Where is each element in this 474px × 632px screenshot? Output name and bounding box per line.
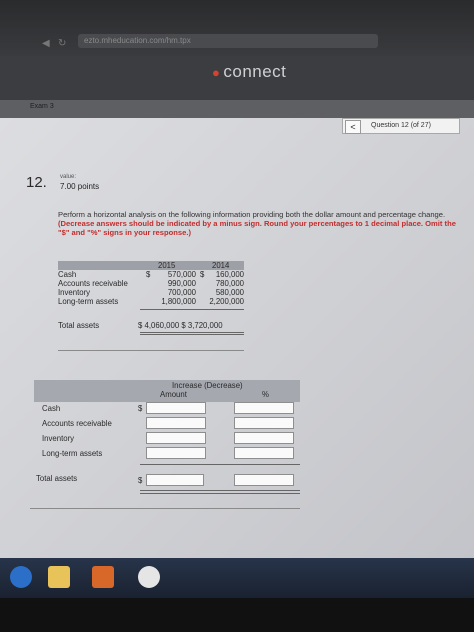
year-2015-header: 2015 <box>158 261 176 270</box>
chrome-icon[interactable] <box>138 566 160 588</box>
media-player-icon[interactable] <box>92 566 114 588</box>
question-number: 12. <box>26 174 47 191</box>
question-counter: Question 12 (of 27) <box>371 122 431 129</box>
row-label-cash: Cash <box>42 404 61 413</box>
screen-bezel <box>0 598 474 632</box>
value-2014: 780,000 <box>215 279 244 288</box>
answer-total-rule <box>140 493 300 494</box>
exam-bar: Exam 3 <box>0 100 474 118</box>
arrow-left-icon[interactable]: ◀ <box>42 38 50 49</box>
value-2014: 2,200,000 <box>209 297 244 306</box>
row-label-inventory: Inventory <box>42 434 75 443</box>
previous-question-button[interactable]: < <box>345 120 361 134</box>
address-text: ezto.mheducation.com/hm.tpx <box>84 36 191 45</box>
percent-header: % <box>262 390 269 399</box>
brand-dot-icon: ● <box>212 65 221 80</box>
total-amount-input[interactable] <box>146 474 204 486</box>
long-term-percent-input[interactable] <box>234 447 294 459</box>
year-2014-header: 2014 <box>212 261 230 270</box>
receivable-percent-input[interactable] <box>234 417 294 429</box>
answer-table-bottom-rule <box>30 508 300 509</box>
answer-subtotal-rule <box>140 464 300 465</box>
row-label: Cash <box>58 270 77 279</box>
question-page: < Question 12 (of 27) 12. value: 7.00 po… <box>0 118 474 558</box>
value-2015: 570,000 <box>167 270 196 279</box>
instructions-note: (Decrease answers should be indicated by… <box>58 219 456 237</box>
row-label: Long-term assets <box>58 297 119 306</box>
row-label: Accounts receivable <box>58 279 128 288</box>
brand-logo: ● connect <box>212 62 286 82</box>
app-header: ● connect <box>0 56 474 100</box>
row-label-long-term: Long-term assets <box>42 449 103 458</box>
value-2014: 580,000 <box>215 288 244 297</box>
cash-percent-input[interactable] <box>234 402 294 414</box>
cash-amount-input[interactable] <box>146 402 206 414</box>
question-points: 7.00 points <box>60 182 100 191</box>
taskbar <box>0 558 474 598</box>
address-bar[interactable]: ezto.mheducation.com/hm.tpx <box>78 34 378 48</box>
dollar-sign: $ <box>200 270 205 279</box>
amount-header: Amount <box>160 390 187 399</box>
value-2015: 990,000 <box>167 279 196 288</box>
total-rule <box>140 334 244 335</box>
refresh-icon[interactable]: ↻ <box>58 38 66 49</box>
row-label: Inventory <box>58 288 91 297</box>
total-values: $ 4,060,000 $ 3,720,000 <box>138 321 223 330</box>
total-label: Total assets <box>36 474 78 483</box>
subtotal-rule <box>140 309 244 310</box>
increase-decrease-header: Increase (Decrease) <box>172 381 243 390</box>
file-explorer-icon[interactable] <box>48 566 70 588</box>
question-navigator: < Question 12 (of 27) <box>342 118 460 134</box>
browser-toolbar: ◀ ↻ ezto.mheducation.com/hm.tpx <box>0 0 474 56</box>
value-2015: 1,800,000 <box>161 297 196 306</box>
row-label-receivable: Accounts receivable <box>42 419 112 428</box>
total-rule <box>140 332 244 333</box>
value-label: value: <box>60 174 77 180</box>
question-instructions: Perform a horizontal analysis on the fol… <box>58 210 462 237</box>
total-label: Total assets <box>58 321 100 330</box>
long-term-amount-input[interactable] <box>146 447 206 459</box>
internet-explorer-icon[interactable] <box>10 566 32 588</box>
dollar-sign: $ <box>138 404 143 413</box>
dollar-sign: $ <box>138 476 143 485</box>
value-2015: 700,000 <box>167 288 196 297</box>
answer-total-rule <box>140 490 300 491</box>
exam-label: Exam 3 <box>30 103 54 110</box>
inventory-percent-input[interactable] <box>234 432 294 444</box>
value-2014: 160,000 <box>215 270 244 279</box>
table-bottom-rule <box>58 350 244 351</box>
total-percent-input[interactable] <box>234 474 294 486</box>
instructions-text: Perform a horizontal analysis on the fol… <box>58 210 446 219</box>
brand-name: connect <box>223 62 287 81</box>
receivable-amount-input[interactable] <box>146 417 206 429</box>
inventory-amount-input[interactable] <box>146 432 206 444</box>
dollar-sign: $ <box>146 270 151 279</box>
